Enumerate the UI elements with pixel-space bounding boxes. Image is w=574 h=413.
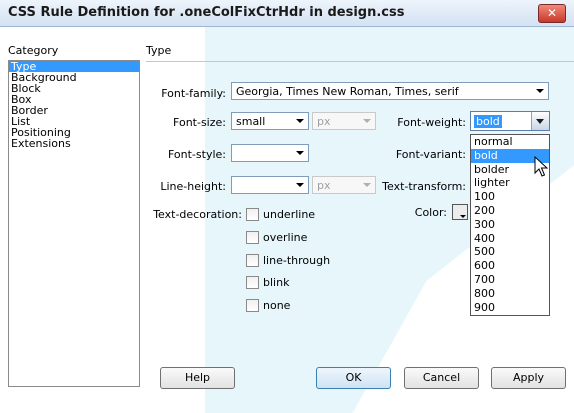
overline-label: overline [263, 231, 308, 244]
cancel-button[interactable]: Cancel [404, 367, 479, 389]
font-weight-option[interactable]: 700 [471, 273, 549, 287]
line-height-unit-select: px [312, 176, 376, 194]
apply-button[interactable]: Apply [491, 367, 566, 389]
font-weight-option[interactable]: 300 [471, 218, 549, 232]
line-through-checkbox[interactable] [246, 254, 259, 267]
font-weight-option[interactable]: 900 [471, 301, 549, 315]
line-height-select[interactable] [231, 176, 309, 194]
line-through-label: line-through [263, 254, 331, 267]
underline-label: underline [263, 208, 316, 221]
font-weight-select[interactable]: bold [470, 111, 550, 131]
font-weight-option[interactable]: 400 [471, 232, 549, 246]
font-weight-option[interactable]: 600 [471, 259, 549, 273]
none-label: none [263, 299, 291, 312]
chevron-down-icon [296, 183, 304, 187]
underline-checkbox[interactable] [246, 208, 259, 221]
font-weight-option[interactable]: normal [471, 135, 549, 149]
chevron-down-icon [363, 119, 371, 123]
font-style-label: Font-style: [167, 148, 226, 161]
font-weight-value: bold [474, 115, 502, 128]
font-variant-label: Font-variant: [395, 148, 466, 161]
blink-checkbox[interactable] [246, 276, 259, 289]
line-height-unit-value: px [317, 179, 331, 192]
font-family-label: Font-family: [161, 87, 226, 100]
font-size-select[interactable]: small [231, 112, 309, 130]
chevron-down-icon [296, 119, 304, 123]
font-size-unit-select: px [312, 112, 376, 130]
font-weight-option[interactable]: 800 [471, 287, 549, 301]
font-weight-option[interactable]: 500 [471, 245, 549, 259]
none-checkbox[interactable] [246, 299, 259, 312]
font-weight-option[interactable]: lighter [471, 176, 549, 190]
type-panel: Font-family: Georgia, Times New Roman, T… [0, 0, 574, 413]
chevron-down-icon [363, 183, 371, 187]
chevron-down-icon[interactable] [531, 112, 549, 130]
font-size-unit-value: px [317, 115, 331, 128]
line-height-label: Line-height: [160, 180, 226, 193]
help-button[interactable]: Help [160, 367, 235, 389]
font-size-value: small [236, 115, 266, 128]
color-label: Color: [414, 206, 447, 219]
font-weight-option[interactable]: 200 [471, 204, 549, 218]
font-size-label: Font-size: [173, 116, 226, 129]
overline-checkbox[interactable] [246, 231, 259, 244]
blink-label: blink [263, 276, 290, 289]
color-picker[interactable] [452, 204, 468, 220]
text-decoration-label: Text-decoration: [153, 208, 242, 221]
text-transform-label: Text-transform: [382, 180, 466, 193]
font-weight-option[interactable]: 100 [471, 190, 549, 204]
chevron-down-icon [536, 89, 544, 93]
arrow-cursor-icon [534, 156, 548, 177]
font-weight-label: Font-weight: [397, 116, 466, 129]
font-family-select[interactable]: Georgia, Times New Roman, Times, serif [231, 82, 549, 100]
font-family-value: Georgia, Times New Roman, Times, serif [236, 85, 459, 98]
chevron-down-icon [296, 151, 304, 155]
ok-button[interactable]: OK [316, 367, 391, 389]
font-style-select[interactable] [231, 144, 309, 162]
